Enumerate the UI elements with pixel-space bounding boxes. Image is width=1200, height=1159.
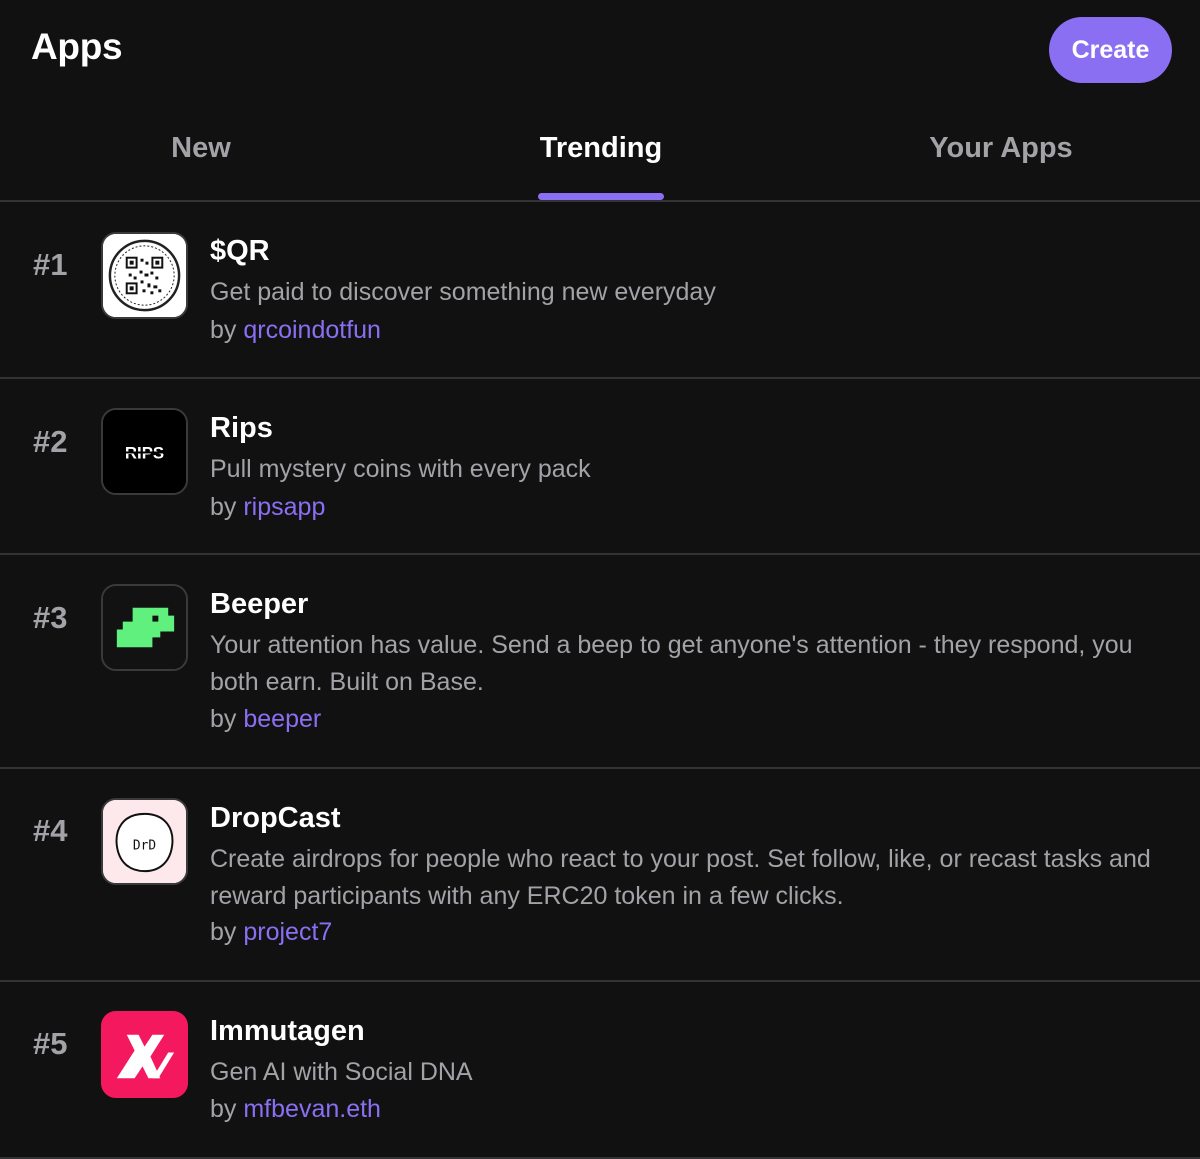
author-link[interactable]: beeper: [243, 705, 321, 733]
author-link[interactable]: mfbevan.eth: [243, 1095, 381, 1123]
header: Apps Create: [0, 0, 1200, 100]
app-description: Pull mystery coins with every pack: [210, 455, 591, 483]
app-rank: #4: [33, 813, 68, 848]
app-rank: #1: [33, 247, 68, 282]
app-description: Gen AI with Social DNA: [210, 1058, 473, 1086]
app-name: Immutagen: [210, 1015, 365, 1047]
app-row-dropcast[interactable]: #4 DrD DropCast Create airdrops for peop…: [0, 769, 1200, 982]
by-prefix: by: [210, 493, 237, 521]
app-description: Get paid to discover something new every…: [210, 278, 716, 306]
active-tab-indicator: [538, 193, 664, 200]
app-byline: by mfbevan.eth: [210, 1095, 381, 1124]
qr-code-icon: [101, 232, 188, 319]
tab-bar: New Trending Your Apps: [0, 100, 1200, 202]
immutagen-logo-icon: [101, 1011, 188, 1098]
author-link[interactable]: project7: [243, 918, 332, 946]
create-button[interactable]: Create: [1049, 17, 1172, 83]
app-byline: by project7: [210, 918, 332, 947]
app-row-immutagen[interactable]: #5 Immutagen Gen AI with Social DNA by m…: [0, 982, 1200, 1159]
app-rank: #2: [33, 424, 68, 459]
app-row-beeper[interactable]: #3 Beeper Your attention has value. Send…: [0, 555, 1200, 769]
drd-face-text: DrD: [133, 838, 156, 853]
tab-your-apps[interactable]: Your Apps: [929, 132, 1072, 172]
by-prefix: by: [210, 705, 237, 733]
app-name: Rips: [210, 412, 273, 444]
app-description: Your attention has value. Send a beep to…: [210, 631, 1133, 696]
app-byline: by beeper: [210, 705, 321, 734]
app-byline: by qrcoindotfun: [210, 316, 381, 345]
app-byline: by ripsapp: [210, 493, 325, 522]
app-description: Create airdrops for people who react to …: [210, 845, 1151, 910]
app-row-rips[interactable]: #2 RIPS Rips Pull mystery coins with eve…: [0, 379, 1200, 555]
page-title: Apps: [31, 26, 123, 67]
author-link[interactable]: ripsapp: [243, 493, 325, 521]
by-prefix: by: [210, 918, 237, 946]
green-pixel-dino-icon: [101, 584, 188, 671]
by-prefix: by: [210, 1095, 237, 1123]
tab-new[interactable]: New: [171, 132, 231, 172]
rips-logo-icon: RIPS: [101, 408, 188, 495]
author-link[interactable]: qrcoindotfun: [243, 316, 381, 344]
app-rank: #3: [33, 600, 68, 635]
app-name: $QR: [210, 235, 270, 267]
app-name: Beeper: [210, 588, 309, 620]
by-prefix: by: [210, 316, 237, 344]
app-name: DropCast: [210, 802, 341, 834]
tab-trending[interactable]: Trending: [540, 132, 662, 172]
drd-egg-face-icon: DrD: [101, 798, 188, 885]
app-row-qr[interactable]: #1 $QR Get paid to discover something ne…: [0, 202, 1200, 379]
app-rank: #5: [33, 1026, 68, 1061]
